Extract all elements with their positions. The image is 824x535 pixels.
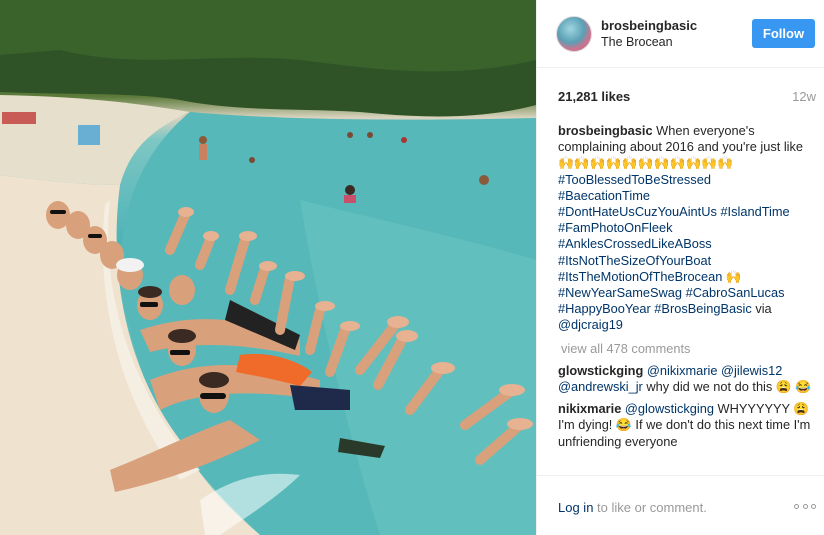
caption-emoji: 🙌 bbox=[725, 268, 742, 284]
hashtag[interactable]: #FamPhotoOnFleek bbox=[558, 220, 673, 235]
comment-item: glowstickging @nikixmarie @jilewis12 @an… bbox=[558, 363, 816, 395]
hashtag[interactable]: #BaecationTime bbox=[558, 188, 650, 203]
comments-list: brosbeingbasic When everyone's complaini… bbox=[558, 123, 816, 473]
likes-count[interactable]: 21,281 likes bbox=[558, 89, 630, 104]
follow-button[interactable]: Follow bbox=[752, 19, 815, 48]
hashtag[interactable]: #DontHateUsCuzYouAintUs bbox=[558, 204, 717, 219]
avatar[interactable] bbox=[556, 16, 592, 52]
mention-link[interactable]: @andrewski_jr bbox=[558, 379, 643, 394]
more-dot bbox=[802, 504, 808, 509]
hashtag[interactable]: #HappyBooYear bbox=[558, 301, 651, 316]
view-all-comments-link[interactable]: view all 478 comments bbox=[561, 341, 816, 357]
caption-via: via bbox=[755, 301, 772, 317]
login-link[interactable]: Log in bbox=[558, 500, 593, 515]
beach-photo-illustration bbox=[0, 0, 536, 535]
post-sidebar: brosbeingbasic The Brocean Follow 21,281… bbox=[536, 0, 824, 535]
hashtag[interactable]: #CabroSanLucas bbox=[686, 285, 785, 300]
hashtag[interactable]: #BrosBeingBasic bbox=[654, 301, 751, 316]
more-dot bbox=[811, 504, 816, 509]
post-age[interactable]: 12w bbox=[792, 89, 816, 104]
hashtag[interactable]: #ItsNotTheSizeOfYourBoat bbox=[558, 253, 711, 268]
hashtag[interactable]: #TooBlessedToBeStressed bbox=[558, 172, 711, 187]
login-prompt-text: to like or comment. bbox=[593, 500, 707, 515]
login-prompt: Log in to like or comment. bbox=[558, 500, 707, 515]
post-username[interactable]: brosbeingbasic bbox=[601, 18, 697, 33]
mention-link[interactable]: @jilewis12 bbox=[721, 363, 782, 378]
post-location[interactable]: The Brocean bbox=[601, 35, 673, 49]
hashtag[interactable]: #IslandTime bbox=[720, 204, 789, 219]
caption-username[interactable]: brosbeingbasic bbox=[558, 123, 653, 138]
post-footer: Log in to like or comment. bbox=[537, 475, 824, 535]
mention-link[interactable]: @nikixmarie bbox=[647, 363, 718, 378]
likes-row: 21,281 likes 12w bbox=[558, 89, 816, 105]
comment-username[interactable]: nikixmarie bbox=[558, 401, 621, 416]
more-options-icon[interactable] bbox=[794, 504, 816, 510]
post-header: brosbeingbasic The Brocean Follow bbox=[537, 0, 824, 68]
mention-link[interactable]: @djcraig19 bbox=[558, 317, 623, 332]
more-dot bbox=[794, 504, 799, 509]
hashtag[interactable]: #ItsTheMotionOfTheBrocean bbox=[558, 269, 722, 284]
comment-item: nikixmarie @glowstickging WHYYYYYY 😩 I'm… bbox=[558, 401, 816, 450]
mention-link[interactable]: @glowstickging bbox=[625, 401, 714, 416]
caption: brosbeingbasic When everyone's complaini… bbox=[558, 123, 816, 334]
post-photo bbox=[0, 0, 536, 535]
hashtag[interactable]: #NewYearSameSwag bbox=[558, 285, 682, 300]
hashtag[interactable]: #AnklesCrossedLikeABoss bbox=[558, 236, 712, 251]
comment-text: why did we not do this 😩 😂 bbox=[646, 379, 812, 395]
comment-username[interactable]: glowstickging bbox=[558, 363, 643, 378]
